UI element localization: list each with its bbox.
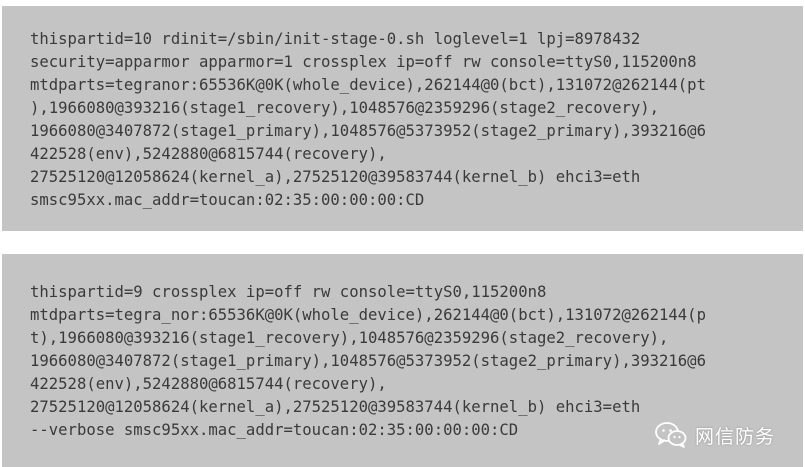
code-line: 1966080@3407872(stage1_primary),1048576@… — [30, 122, 706, 140]
code-line: 27525120@12058624(kernel_a),27525120@395… — [30, 168, 641, 186]
code-line: 422528(env),5242880@6815744(recovery), — [30, 375, 387, 393]
code-line: 27525120@12058624(kernel_a),27525120@395… — [30, 398, 641, 416]
code-line: 1966080@3407872(stage1_primary),1048576@… — [30, 352, 706, 370]
code-line: security=apparmor apparmor=1 crossplex i… — [30, 53, 697, 71]
code-block-1: thispartid=10 rdinit=/sbin/init-stage-0.… — [2, 6, 803, 231]
code-line: thispartid=9 crossplex ip=off rw console… — [30, 283, 547, 301]
code-line: mtdparts=tegranor:65536K@0K(whole_device… — [30, 76, 706, 94]
code-line: thispartid=10 rdinit=/sbin/init-stage-0.… — [30, 30, 641, 48]
watermark-text: 网信防务 — [694, 425, 775, 448]
code-line: ),1966080@393216(stage1_recovery),104857… — [30, 99, 660, 117]
code-line: t),1966080@393216(stage1_recovery),10485… — [30, 329, 669, 347]
watermark: 网信防务 — [655, 421, 775, 449]
wechat-icon — [655, 422, 687, 448]
code-line: 422528(env),5242880@6815744(recovery), — [30, 145, 387, 163]
code-line: smsc95xx.mac_addr=toucan:02:35:00:00:00:… — [30, 191, 425, 209]
code-line: mtdparts=tegra_nor:65536K@0K(whole_devic… — [30, 306, 706, 324]
